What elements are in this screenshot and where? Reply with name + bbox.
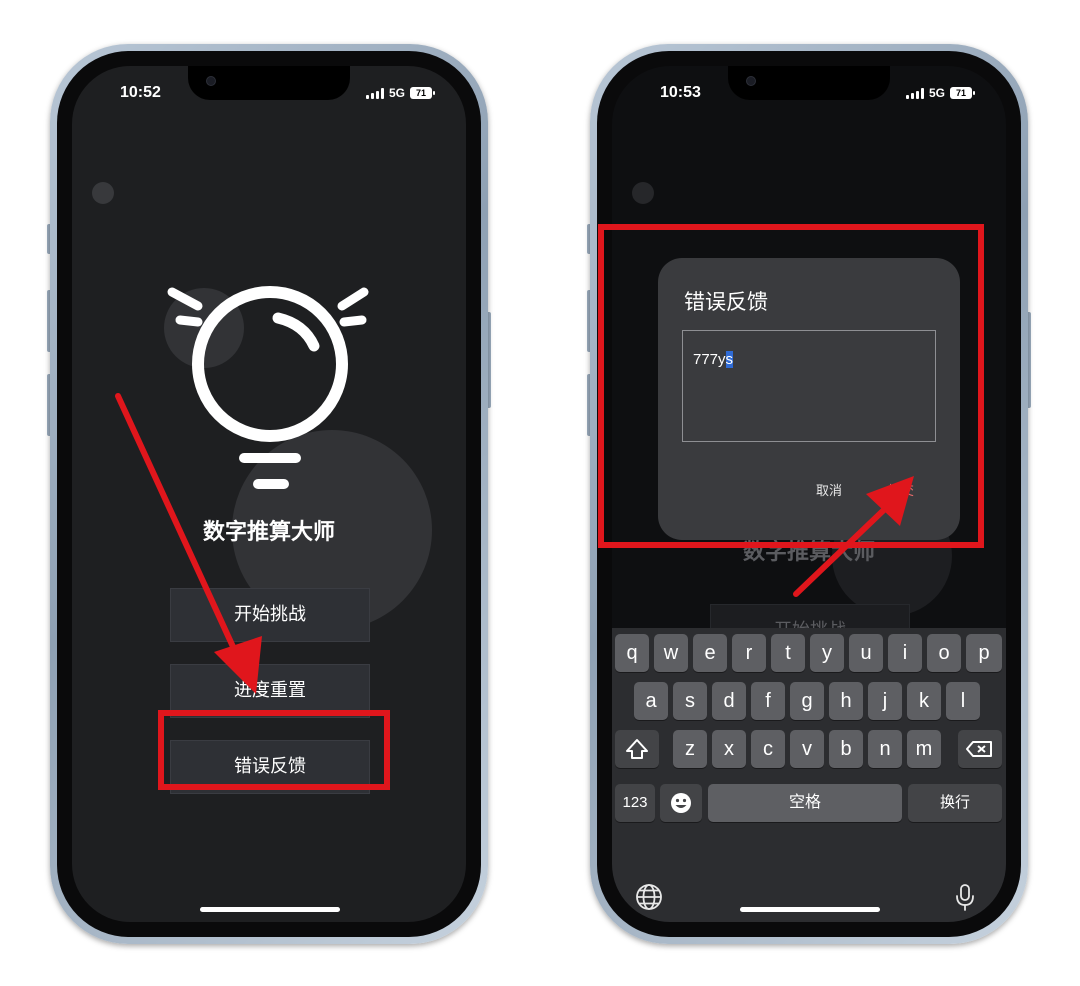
highlight-box-feedback-button <box>158 710 390 790</box>
highlight-box-dialog <box>598 224 984 548</box>
arrow-left <box>115 393 262 694</box>
